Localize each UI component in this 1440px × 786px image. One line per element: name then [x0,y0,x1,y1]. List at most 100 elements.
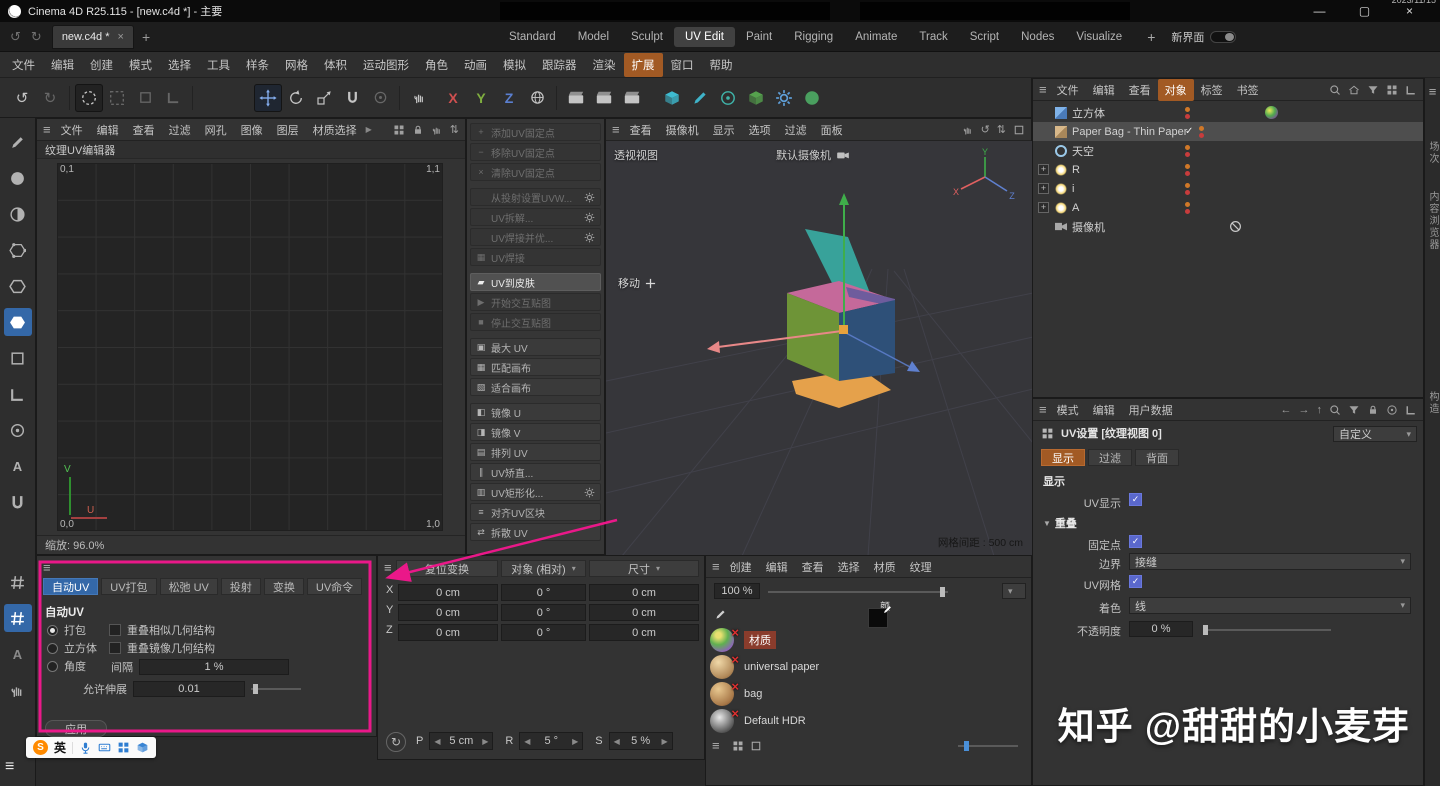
axis-mode-icon[interactable] [4,380,32,408]
visibility-dots[interactable] [1199,126,1204,138]
expand-icon[interactable]: + [1038,202,1049,213]
uv-tool-button[interactable]: ▤ 排列 UV [470,443,601,461]
menu-item[interactable]: 网格 [277,53,316,77]
auto-uv-tab[interactable]: UV打包 [101,578,156,595]
object-menu-item[interactable]: 编辑 [1086,79,1122,101]
auto-uv-tab[interactable]: 投射 [221,578,261,595]
menu-item[interactable]: 文件 [4,53,43,77]
attribute-tab[interactable]: 背面 [1135,449,1179,466]
pan-hand-icon[interactable] [431,124,443,136]
filter-icon[interactable] [1348,404,1360,416]
gear-icon[interactable] [584,212,595,223]
panel-menu-icon[interactable]: ≡ [712,559,720,574]
keyboard-icon[interactable] [98,741,111,754]
apply-button[interactable]: 应用 [45,720,107,737]
material-tag-icon[interactable] [1265,106,1278,119]
panel-menu-icon[interactable]: ≡ [43,560,51,575]
material-name[interactable]: universal paper [744,661,819,673]
render-view-button[interactable] [562,84,590,112]
material-name[interactable]: bag [744,688,762,700]
object-relative-dropdown[interactable]: 对象 (相对)▾ [501,560,586,577]
layout-tab[interactable]: Script [959,27,1010,47]
detach-icon[interactable] [1405,404,1417,416]
position-field[interactable]: 0 cm [398,584,498,601]
panel-menu-icon[interactable]: ≡ [612,122,620,137]
viewport-solo-icon[interactable]: A [4,640,32,668]
similar-geometry-check-row[interactable]: 重叠相似几何结构 [109,622,215,638]
viewport-menu-item[interactable]: 摄像机 [659,119,706,141]
search-icon[interactable] [1329,84,1341,96]
material-thumbnail[interactable]: × [710,709,734,733]
rotation-field[interactable]: 0 ° [501,584,586,601]
reset-transform-button[interactable]: 复位变换 [396,560,498,577]
menu-item[interactable]: 帮助 [702,53,741,77]
menu-item[interactable]: 渲染 [585,53,624,77]
ime-toolbar[interactable]: S 英 [26,737,156,758]
model-mode-icon[interactable] [4,164,32,192]
uv-tool-button[interactable]: ◨ 镜像 V [470,423,601,441]
radio-icon[interactable] [47,643,58,654]
shading-dropdown[interactable]: 线▾ [1129,597,1411,614]
object-menu-item[interactable]: 查看 [1122,79,1158,101]
opacity-field[interactable]: 0 % [1129,621,1193,637]
object-row[interactable]: + A ✓ [1033,198,1423,217]
thumbnail-size-slider[interactable] [958,745,1018,747]
snap-magnet-icon[interactable] [4,488,32,516]
attribute-menu-item[interactable]: 模式 [1050,399,1086,421]
scale-tool[interactable] [310,84,338,112]
dolly-icon[interactable]: ⇅ [997,123,1006,136]
edges-mode-icon[interactable] [4,272,32,300]
uv-tool-button[interactable]: ▦ 匹配画布 [470,358,601,376]
uv-tool-button[interactable]: ▥ UV矩形化... [470,483,601,501]
material-view-dropdown[interactable]: ▾ [1002,583,1026,599]
viewport-menu-item[interactable]: 过滤 [778,119,814,141]
object-row[interactable]: + i ✓ [1033,179,1423,198]
opacity-slider[interactable] [1203,629,1331,631]
dock-tab-structure[interactable]: 构造 [1425,391,1440,415]
menu-item[interactable]: 工具 [199,53,238,77]
object-row[interactable]: + R ✓ [1033,160,1423,179]
increment-icon[interactable]: ▶ [572,737,578,746]
gear-icon[interactable] [584,487,595,498]
stretch-slider[interactable] [251,688,301,690]
uv-tool-button[interactable]: ▶ 开始交互贴图 [470,293,601,311]
polygon-selection-tool[interactable] [159,84,187,112]
layout-tab[interactable]: Animate [844,27,908,47]
render-region-button[interactable] [590,84,618,112]
uv-tool-button[interactable]: UV拆解... [470,208,601,226]
layout-tab[interactable]: Rigging [783,27,844,47]
uv-tool-button[interactable]: ∥ UV矫直... [470,463,601,481]
object-row[interactable]: + 立方体 ✓ [1033,103,1423,122]
menu-item[interactable]: 运动图形 [355,53,417,77]
gear-icon[interactable] [584,192,595,203]
taskbar-menu-icon[interactable]: ≡ [5,758,14,776]
pen-tool-button[interactable] [686,84,714,112]
object-row[interactable]: + Paper Bag - Thin Paper ✓ [1033,122,1423,141]
grid-view-icon[interactable] [732,740,744,752]
edit-pencil-icon[interactable] [714,608,727,621]
document-tab[interactable]: new.c4d * × [52,25,134,49]
uv-tool-button[interactable]: ■ 停止交互贴图 [470,313,601,331]
scale-field[interactable]: 0 cm [589,604,699,621]
texture-mode-icon[interactable] [4,200,32,228]
uv-tool-button[interactable]: × 清除UV固定点 [470,163,601,181]
tweak-tool[interactable] [338,84,366,112]
rotation-field[interactable]: 0 ° [501,624,586,641]
forward-icon[interactable]: → [1299,404,1310,416]
material-thumbnail[interactable]: × [710,628,734,652]
layers-icon[interactable] [1386,84,1398,96]
uv-menu-item[interactable]: 编辑 [90,119,126,141]
redo-button[interactable]: ↻ [36,84,64,112]
refresh-icon[interactable]: ↻ [386,732,406,752]
workplane-mode-icon[interactable] [4,344,32,372]
attribute-menu-item[interactable]: 编辑 [1086,399,1122,421]
uv-menu-item[interactable]: 查看 [126,119,162,141]
layout-tab[interactable]: Standard [498,27,567,47]
new-ui-toggle[interactable] [1210,31,1236,43]
material-row[interactable]: × Default HDR [710,707,806,734]
decrement-icon[interactable]: ◀ [434,737,440,746]
uv-menu-item[interactable]: 图层 [270,119,306,141]
histogram-icon[interactable] [393,124,405,136]
coordinate-system-button[interactable] [523,84,551,112]
uv-tool-button[interactable]: + 添加UV固定点 [470,123,601,141]
